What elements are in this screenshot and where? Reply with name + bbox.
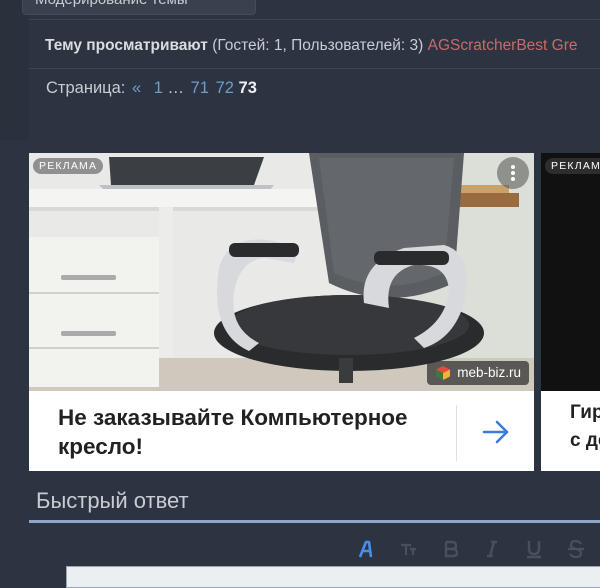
more-vertical-icon[interactable] (497, 157, 529, 189)
divider (29, 68, 600, 69)
ad-card[interactable]: РЕКЛАМА meb-biz.ru Не заказывайте Компью… (29, 153, 534, 471)
arrow-right-icon[interactable] (482, 419, 510, 445)
reply-textarea[interactable] (66, 566, 600, 588)
strikethrough-icon[interactable] (565, 539, 587, 559)
moderation-button[interactable]: Модерирование темы (22, 0, 256, 15)
quick-reply-underline (29, 520, 600, 523)
pagination: Страница: « 1 … 71 72 73 (46, 79, 257, 98)
left-strip (0, 0, 29, 140)
pagination-first[interactable]: 1 (154, 79, 163, 97)
viewers-counts: (Гостей: 1, Пользователей: 3) (212, 37, 424, 54)
ad-title[interactable]: Не заказывайте Компьютерное кресло! (58, 403, 458, 461)
viewers-users-link[interactable]: AGScratcherBest Gre (428, 37, 578, 54)
ad-domain: meb-biz.ru (457, 365, 521, 380)
pagination-label: Страница: (46, 79, 126, 97)
underline-icon[interactable] (523, 539, 545, 559)
quick-reply-title: Быстрый ответ (36, 488, 189, 513)
ad-badge: РЕКЛАМА (33, 158, 104, 174)
ad2-title-line1: Гир (570, 402, 600, 423)
pagination-current: 73 (238, 79, 257, 97)
cube-logo-icon (436, 366, 451, 380)
ad2-image (541, 153, 600, 391)
pagination-page-71[interactable]: 71 (191, 79, 209, 97)
ad-image (29, 153, 534, 391)
ad2-badge: РЕКЛАМА (545, 158, 600, 174)
viewers-label: Тему просматривают (45, 37, 208, 54)
viewers-line: Тему просматривают (Гостей: 1, Пользоват… (45, 37, 578, 55)
font-icon[interactable] (355, 539, 377, 559)
font-size-icon[interactable] (397, 539, 419, 559)
pagination-page-72[interactable]: 72 (216, 79, 234, 97)
ad-card-2[interactable]: РЕКЛАМА Гир с до (541, 153, 600, 471)
ad-domain-badge[interactable]: meb-biz.ru (427, 361, 529, 385)
italic-icon[interactable] (481, 539, 503, 559)
ad2-title[interactable]: Гир с до (570, 399, 600, 455)
moderation-label: Модерирование темы (35, 0, 188, 8)
pagination-prev[interactable]: « (132, 79, 141, 97)
ad-separator (456, 405, 457, 461)
ad2-title-line2: с до (570, 430, 600, 451)
pagination-ellipsis: … (167, 79, 185, 97)
divider (29, 19, 600, 20)
bold-icon[interactable] (439, 539, 461, 559)
